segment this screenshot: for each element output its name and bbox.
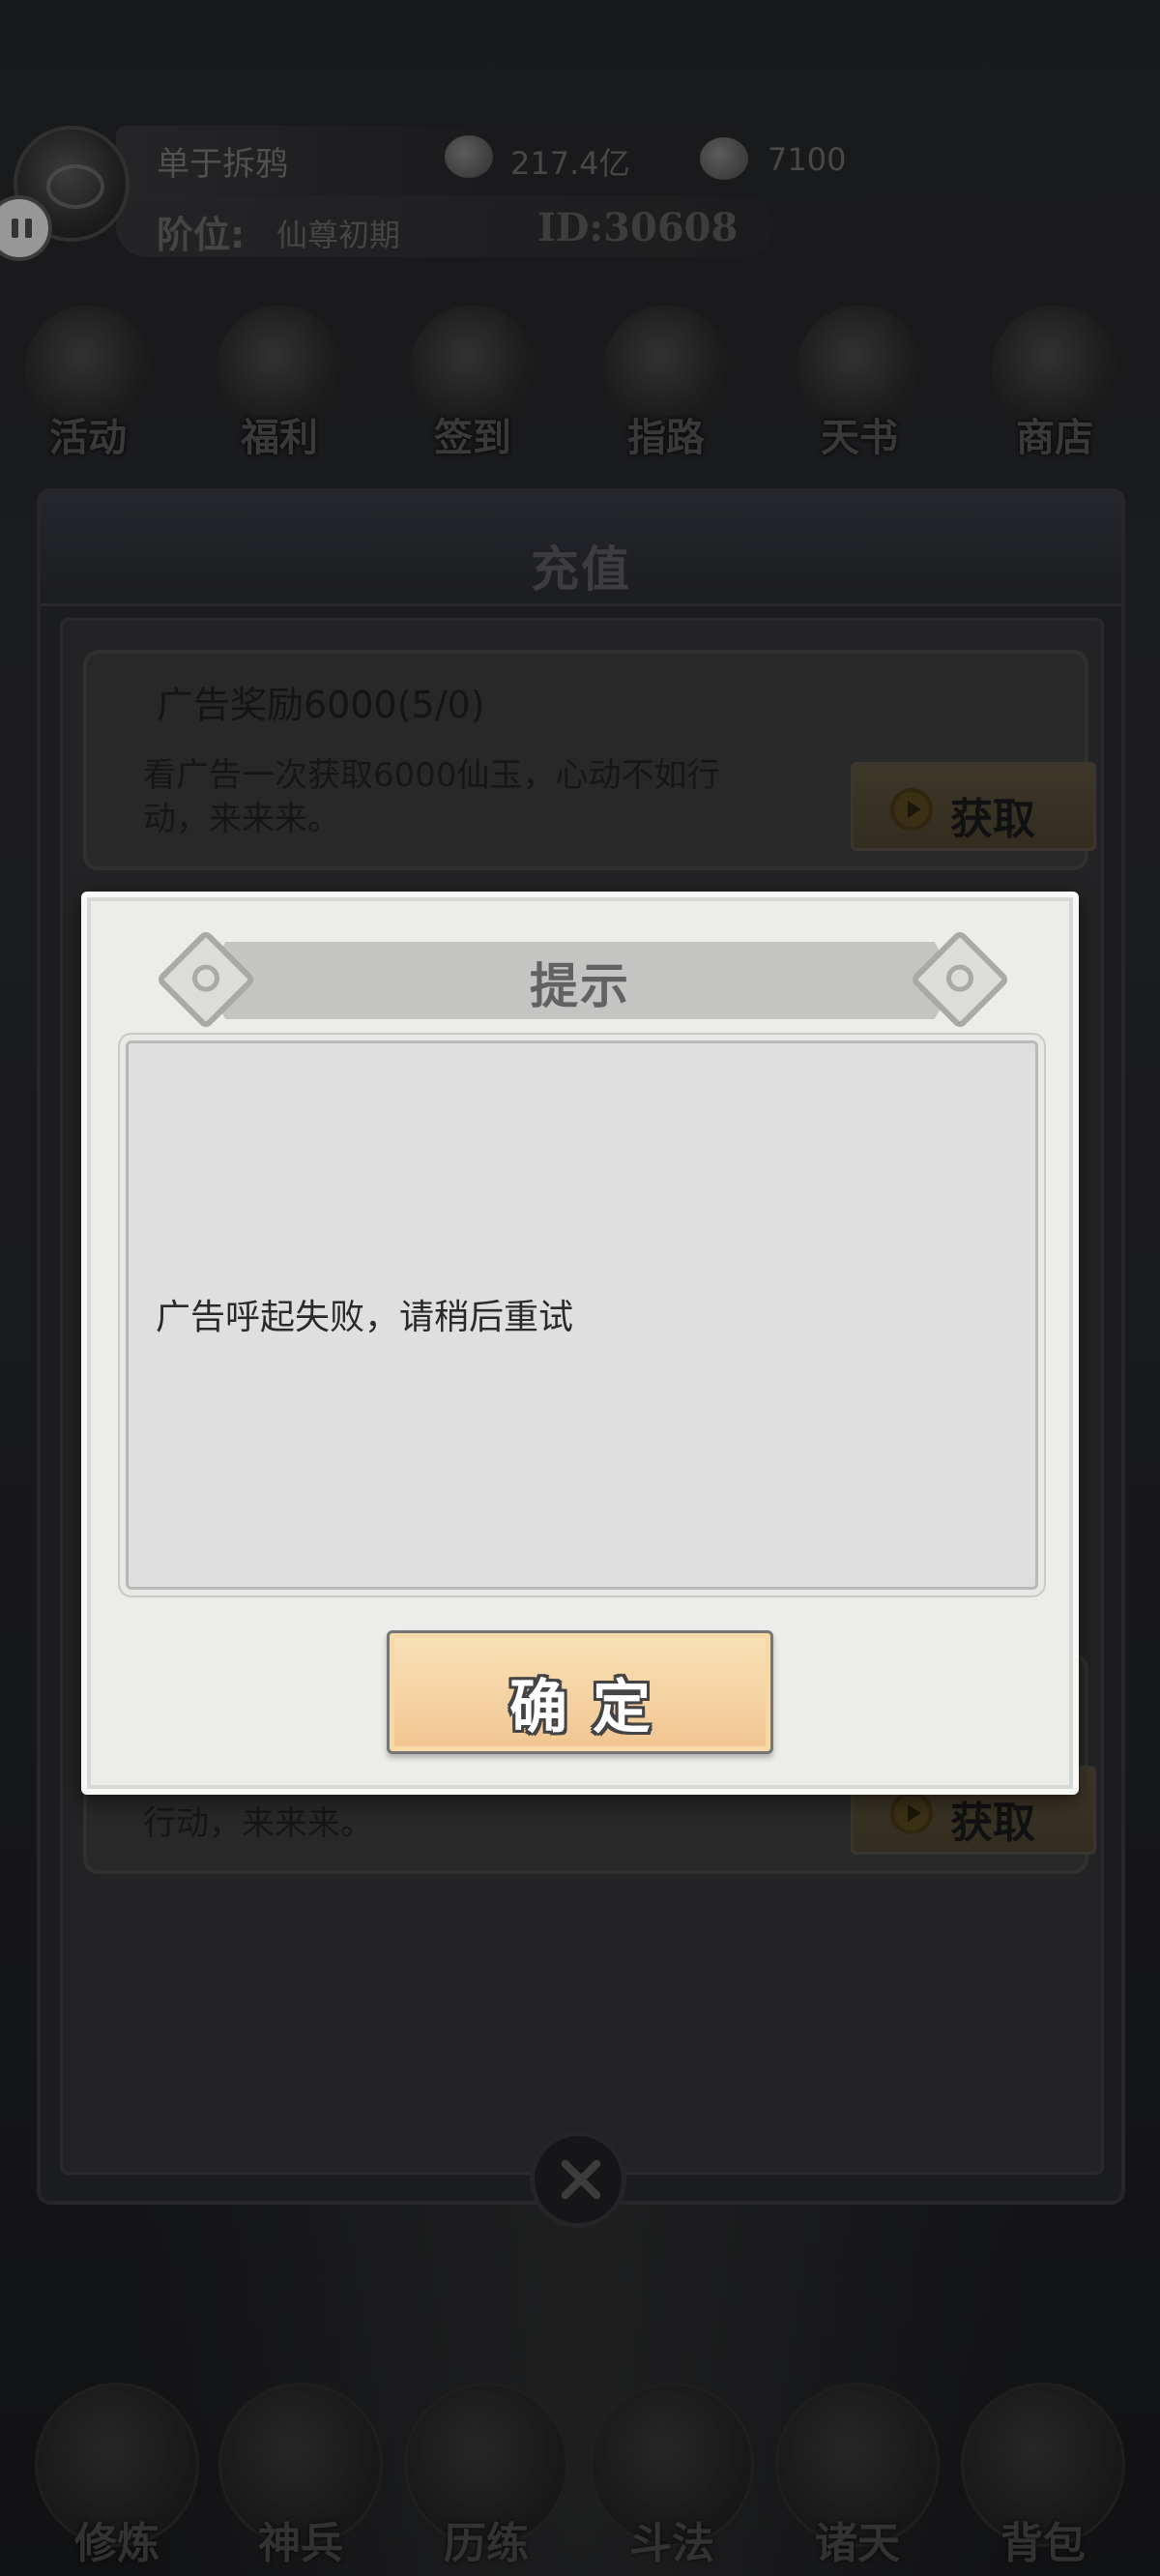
alert-dialog: 提示 广告呼起失败，请稍后重试 确定	[81, 892, 1079, 1795]
dialog-title: 提示	[530, 958, 630, 1014]
confirm-button[interactable]: 确定	[387, 1630, 773, 1754]
dialog-content-box: 广告呼起失败，请稍后重试	[126, 1040, 1038, 1590]
confirm-label: 确定	[509, 1674, 676, 1742]
dialog-message: 广告呼起失败，请稍后重试	[156, 1298, 574, 1337]
